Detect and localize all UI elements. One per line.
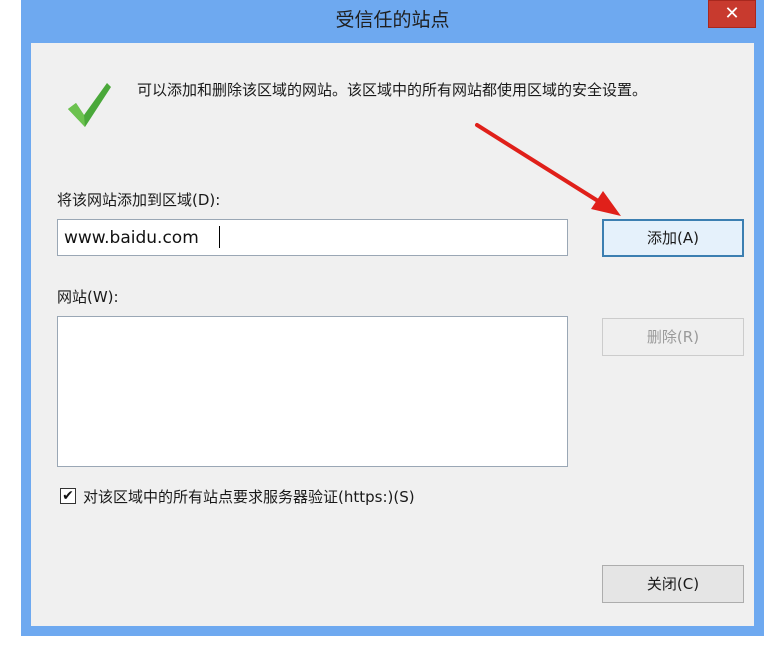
dialog-body: 可以添加和删除该区域的网站。该区域中的所有网站都使用区域的安全设置。 将该网站添…	[31, 43, 754, 626]
add-site-label: 将该网站添加到区域(D):	[57, 191, 221, 209]
zone-info-text: 可以添加和删除该区域的网站。该区域中的所有网站都使用区域的安全设置。	[137, 81, 648, 99]
close-button[interactable]: 关闭(C)	[602, 565, 744, 603]
green-checkmark-icon	[68, 83, 111, 127]
websites-label: 网站(W):	[57, 288, 119, 306]
add-button[interactable]: 添加(A)	[602, 219, 744, 257]
websites-list[interactable]	[57, 316, 568, 467]
remove-button[interactable]: 删除(R)	[602, 318, 744, 356]
require-https-checkbox[interactable]: ✔	[60, 488, 76, 504]
close-icon: ✕	[724, 3, 740, 24]
close-window-button[interactable]: ✕	[708, 0, 756, 28]
text-caret	[219, 226, 220, 248]
trusted-sites-dialog: 受信任的站点 ✕ 可以添加和删除该区域的网站。该区域中的所有网站都使用区域的安全…	[21, 0, 764, 636]
site-url-input[interactable]	[57, 219, 568, 256]
checkbox-check-icon: ✔	[62, 488, 74, 504]
title-bar[interactable]: 受信任的站点 ✕	[21, 0, 764, 38]
require-https-label[interactable]: 对该区域中的所有站点要求服务器验证(https:)(S)	[83, 486, 415, 507]
dialog-title: 受信任的站点	[335, 9, 450, 31]
